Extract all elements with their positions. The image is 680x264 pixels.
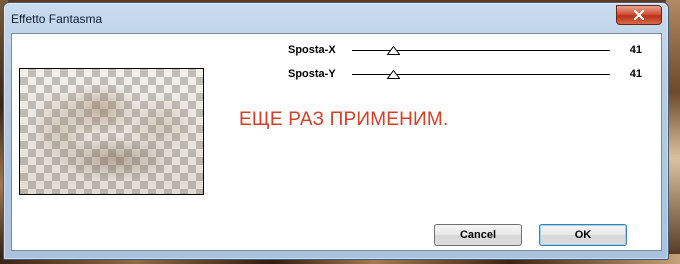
slider-label: Sposta-Y xyxy=(288,68,336,80)
close-icon xyxy=(633,10,645,20)
ok-button[interactable]: OK xyxy=(539,224,627,246)
cancel-button[interactable]: Cancel xyxy=(434,224,522,246)
slider-row-sposta-x: Sposta-X 41 xyxy=(12,40,661,62)
window-title: Effetto Fantasma xyxy=(11,12,103,26)
slider-row-sposta-y: Sposta-Y 41 xyxy=(12,64,661,86)
slider-thumb-sposta-y[interactable] xyxy=(386,66,401,79)
close-button[interactable] xyxy=(616,5,662,25)
dialog-content: Sposta-X 41 Sposta-Y 41 ЕЩЕ РАЗ ПРИМЕНИМ… xyxy=(11,33,662,251)
slider-value: 41 xyxy=(629,68,642,80)
slider-value: 41 xyxy=(629,44,642,56)
title-bar[interactable]: Effetto Fantasma xyxy=(4,3,668,33)
slider-label: Sposta-X xyxy=(288,44,336,56)
effect-dialog: Effetto Fantasma Sposta-X 41 Sposta-Y 41… xyxy=(3,2,669,260)
annotation-text: ЕЩЕ РАЗ ПРИМЕНИМ. xyxy=(239,109,449,130)
effect-preview xyxy=(19,68,204,195)
preview-image xyxy=(20,69,203,194)
slider-thumb-sposta-x[interactable] xyxy=(386,42,401,55)
